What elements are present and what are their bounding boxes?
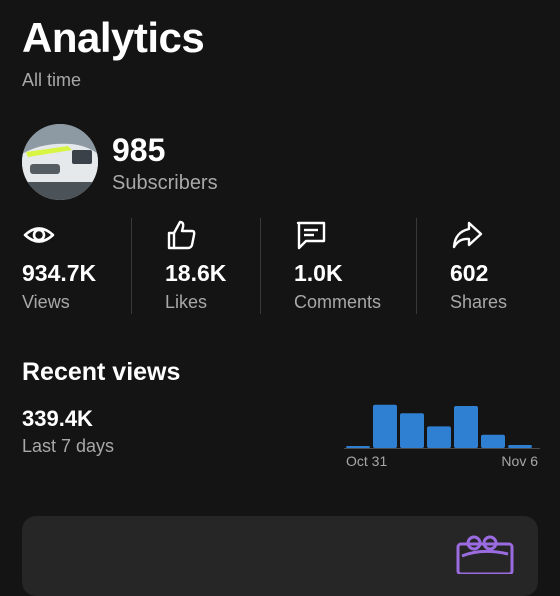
chart-bar xyxy=(508,445,532,448)
chart-tick-label: Oct 31 xyxy=(346,453,387,469)
stat-value: 1.0K xyxy=(294,260,343,286)
stat-divider xyxy=(260,218,261,314)
comment-icon xyxy=(296,221,326,250)
stat-label: Comments xyxy=(294,292,382,312)
stat-value: 602 xyxy=(450,260,489,286)
share-arrow-icon xyxy=(452,221,483,249)
subscriber-count: 985 xyxy=(112,132,166,168)
stat-divider xyxy=(416,218,417,314)
stat-label: Views xyxy=(22,292,70,312)
recent-views-value: 339.4K xyxy=(22,406,93,431)
chart-tick-label: Nov 6 xyxy=(501,453,538,469)
chart-bar xyxy=(427,426,451,448)
recent-views-period: Last 7 days xyxy=(22,436,115,456)
eye-icon xyxy=(23,227,55,243)
stat-value: 934.7K xyxy=(22,260,97,286)
chart-bar xyxy=(481,434,505,448)
recent-views-chart[interactable]: Oct 31 Nov 6 xyxy=(344,396,540,472)
stats-row: 934.7K Views 18.6K Likes 1.0K Comments 6… xyxy=(0,216,560,316)
chart-bar xyxy=(400,413,424,448)
stat-label: Shares xyxy=(450,292,508,312)
channel-avatar[interactable] xyxy=(22,124,98,200)
thumbs-up-icon xyxy=(167,220,196,250)
chart-bar xyxy=(454,406,478,448)
recent-views-title: Recent views xyxy=(22,358,181,386)
stat-divider xyxy=(131,218,132,314)
stat-label: Likes xyxy=(165,292,208,312)
page-title: Analytics xyxy=(22,14,205,61)
promo-illustration-icon xyxy=(456,535,514,574)
subscriber-label: Subscribers xyxy=(112,172,218,194)
chart-bar xyxy=(346,446,370,448)
car-avatar-image xyxy=(22,124,98,200)
chart-bar xyxy=(373,404,397,448)
period-subtitle: All time xyxy=(22,70,82,90)
stat-value: 18.6K xyxy=(165,260,227,286)
